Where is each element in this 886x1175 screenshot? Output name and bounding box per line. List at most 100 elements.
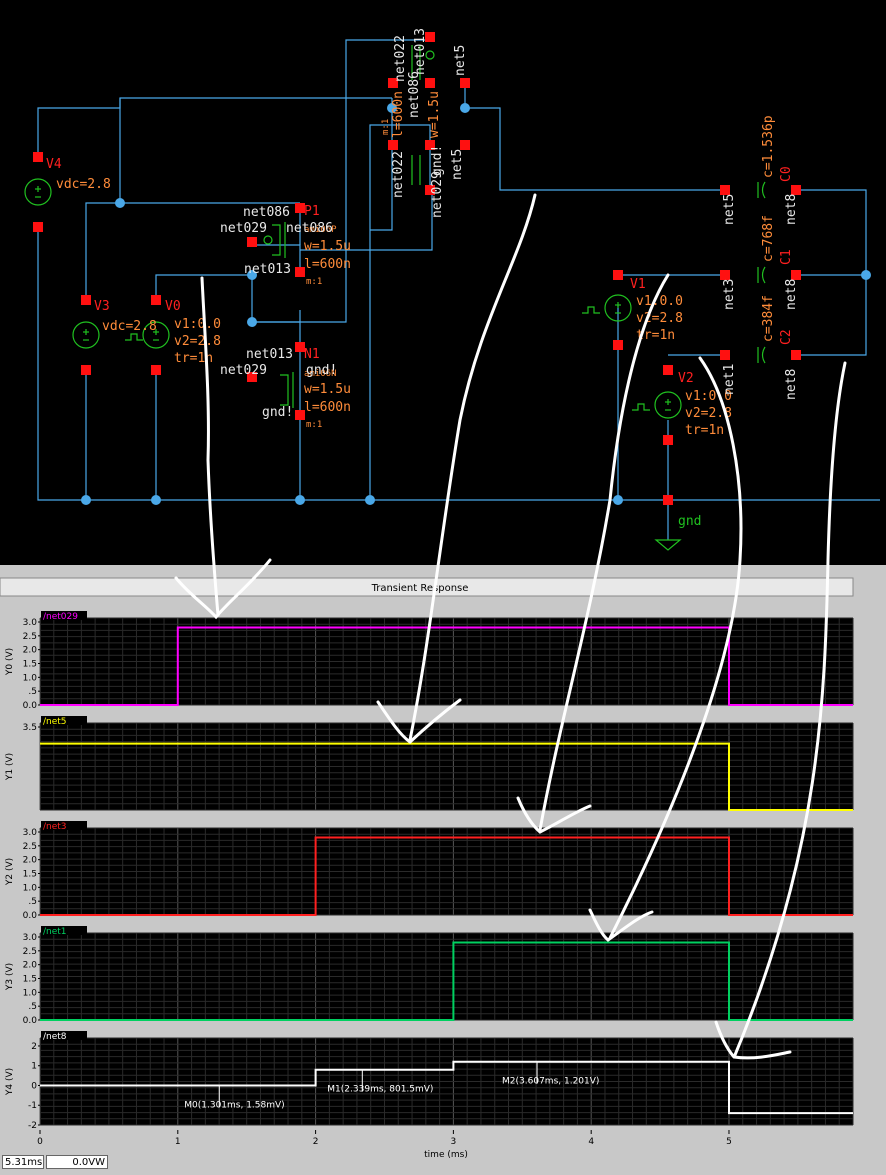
panel-0-ytick: 1.0 xyxy=(23,673,38,683)
c2-value: c=384f xyxy=(761,295,776,342)
panel-2-ytick: 1.5 xyxy=(23,870,37,880)
panel-1-ytick: 3.5 xyxy=(23,723,37,733)
p1-ref: P1 xyxy=(304,204,320,219)
panel-3-ytick: .5 xyxy=(28,1002,37,1012)
n1-w: w=1.5u xyxy=(304,382,351,397)
net8-c-label-3: net8 xyxy=(784,369,799,400)
ground-icon xyxy=(654,539,682,551)
v0-pulse-icon xyxy=(125,333,143,341)
panel-1-signal-name: /net5 xyxy=(43,717,67,727)
top-label-w: w=1.5u xyxy=(427,91,442,138)
panel-4-ytick: 1 xyxy=(31,1062,37,1072)
marker-1-label: M1(2.339ms, 801.5mV) xyxy=(327,1085,433,1095)
marker-0-label: M0(1.301ms, 1.58mV) xyxy=(184,1100,284,1110)
top-label-net022-2: net022 xyxy=(391,151,406,198)
waveform-viewer[interactable]: Transient Response /net029Y0 (V)3.02.52.… xyxy=(0,565,886,1175)
panel-4-signal-name: /net8 xyxy=(43,1032,67,1042)
x-tick: 3 xyxy=(451,1137,457,1147)
marker-2-label: M2(3.607ms, 1.201V) xyxy=(502,1077,599,1087)
c1-ref: C1 xyxy=(779,249,794,265)
top-label-l: l=600n xyxy=(391,91,406,138)
top-label-net029: net029 xyxy=(430,171,445,218)
net029-label-2: net029 xyxy=(220,363,267,378)
v1-param-1: v1:0.0 xyxy=(636,294,683,309)
x-tick: 4 xyxy=(588,1137,594,1147)
panel-0-ytick: 1.5 xyxy=(23,660,37,670)
panel-1-ylabel: Y1 (V) xyxy=(5,753,15,781)
panel-2-signal-name: /net3 xyxy=(43,822,67,832)
v1-param-3: tr=1n xyxy=(636,328,675,343)
panel-4-ytick: 0 xyxy=(31,1081,37,1091)
x-tick: 5 xyxy=(726,1137,732,1147)
panel-0-ytick: .5 xyxy=(28,687,37,697)
panel-3-signal-name: /net1 xyxy=(43,927,67,937)
top-label-m: m:1 xyxy=(381,119,391,135)
gnd-label-1: gnd! xyxy=(306,363,337,378)
panel-3-ytick: 1.0 xyxy=(23,988,38,998)
panel-0-ylabel: Y0 (V) xyxy=(5,648,15,676)
junctions xyxy=(81,103,871,505)
x-axis-label: time (ms) xyxy=(424,1150,468,1160)
panel-2-ytick: 0.0 xyxy=(23,911,38,921)
viewer-title: Transient Response xyxy=(371,583,469,594)
panel-3-ytick: 2.0 xyxy=(23,961,38,971)
schematic-canvas[interactable]: V4 vdc=2.8 V3 vdc=2.8 V0 v1:0.0 v2=2.8 t… xyxy=(0,0,886,565)
panel-2-ytick: 2.0 xyxy=(23,856,38,866)
v0-param-2: v2=2.8 xyxy=(174,334,221,349)
panel-2-ylabel: Y2 (V) xyxy=(5,858,15,886)
net1-c-label: net1 xyxy=(722,364,737,395)
v0-param-3: tr=1n xyxy=(174,351,213,366)
net086-label-2: net086 xyxy=(286,221,333,236)
cursor-value-field[interactable]: 0.0VW xyxy=(46,1155,108,1169)
top-label-net013: net013 xyxy=(413,28,428,75)
n1-l: l=600n xyxy=(304,400,351,415)
n1-ref: N1 xyxy=(304,347,320,362)
net8-c-label-2: net8 xyxy=(784,279,799,310)
v4-param: vdc=2.8 xyxy=(56,177,111,192)
panel-2-ytick: 1.0 xyxy=(23,883,38,893)
panel-2-ytick: 2.5 xyxy=(23,842,37,852)
net3-c-label: net3 xyxy=(722,279,737,310)
panel-3-ytick: 1.5 xyxy=(23,975,37,985)
c2-ref: C2 xyxy=(779,329,794,345)
v3-ref: V3 xyxy=(94,299,110,314)
panel-3-ytick: 0.0 xyxy=(23,1016,38,1026)
panel-4-ylabel: Y4 (V) xyxy=(5,1068,15,1096)
x-tick: 0 xyxy=(37,1137,43,1147)
c1-value: c=768f xyxy=(761,215,776,262)
p1-transistor-icon xyxy=(272,224,281,256)
v1-ref: V1 xyxy=(630,277,646,292)
net013-label-2: net013 xyxy=(246,347,293,362)
panel-2-ytick: 3.0 xyxy=(23,828,38,838)
c0-ref: C0 xyxy=(779,166,794,182)
net5-c-label: net5 xyxy=(722,194,737,225)
panel-4-ytick: 2 xyxy=(31,1042,37,1052)
x-tick: 2 xyxy=(313,1137,319,1147)
v0-ref: V0 xyxy=(165,299,181,314)
panel-3-ytick: 3.0 xyxy=(23,933,38,943)
v4-ref: V4 xyxy=(46,157,62,172)
top-label-net086: net086 xyxy=(407,71,422,118)
v3-param: vdc=2.8 xyxy=(102,319,157,334)
n1-transistor-icon xyxy=(280,374,289,406)
v2-ref: V2 xyxy=(678,371,694,386)
top-label-net5-2: net5 xyxy=(450,149,465,180)
gnd-label-2: gnd! xyxy=(262,405,293,420)
net029-label: net029 xyxy=(220,221,267,236)
p1-m: m:1 xyxy=(306,277,322,287)
top-label-net022: net022 xyxy=(393,35,408,82)
v2-param-3: tr=1n xyxy=(685,423,724,438)
panel-4-ytick: -2 xyxy=(28,1121,37,1131)
c0-value: c=1.536p xyxy=(761,115,776,178)
x-tick: 1 xyxy=(175,1137,181,1147)
cursor-time-field[interactable]: 5.31ms xyxy=(2,1155,44,1169)
waveform-panels: /net029Y0 (V)3.02.52.01.51.0.50.0/net5Y1… xyxy=(5,611,854,1131)
panel-0-ytick: 0.0 xyxy=(23,701,38,711)
gnd-net-label: gnd xyxy=(678,514,701,529)
v1-pulse-icon xyxy=(582,306,600,314)
v1-param-2: v2=2.8 xyxy=(636,311,683,326)
panel-0-ytick: 2.5 xyxy=(23,632,37,642)
net013-label: net013 xyxy=(244,262,291,277)
panel-0-signal-name: /net029 xyxy=(43,612,78,622)
n1-m: m:1 xyxy=(306,420,322,430)
